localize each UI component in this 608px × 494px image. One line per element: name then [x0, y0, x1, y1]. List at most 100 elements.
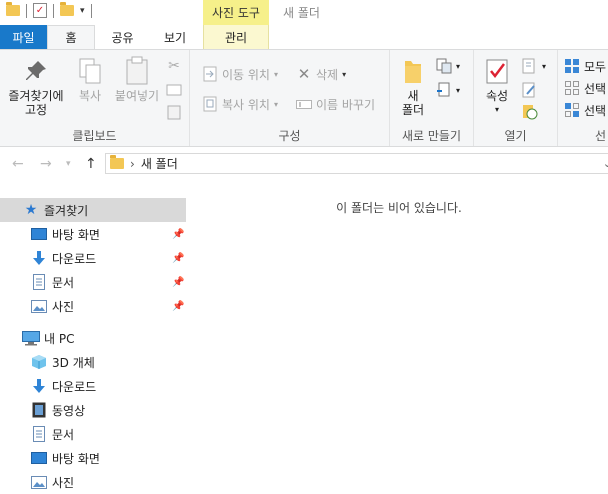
copy-path-button[interactable]	[166, 80, 182, 100]
select-group-label: 선	[594, 129, 606, 143]
copy-to-button[interactable]: 복사 위치 ▾	[202, 94, 278, 114]
customize-qat-icon[interactable]: ▾	[80, 6, 85, 16]
select-none-icon	[564, 80, 580, 96]
invert-selection-button[interactable]: 선택	[564, 100, 606, 120]
forward-arrow-icon[interactable]: →	[40, 156, 52, 172]
recent-locations-chevron-icon[interactable]: ▾	[66, 159, 71, 169]
edit-icon	[522, 82, 538, 98]
pin-label-line1: 즐겨찾기에	[8, 89, 64, 103]
download-arrow-icon	[30, 377, 48, 395]
chevron-down-icon: ▾	[456, 85, 461, 95]
paste-shortcut-button[interactable]	[166, 102, 182, 122]
desktop-icon	[30, 225, 48, 243]
properties-button[interactable]: 속성 ▾	[480, 56, 514, 117]
pin-label-line2: 고정	[24, 103, 48, 117]
context-tab-group-label: 사진 도구	[203, 0, 269, 25]
invert-selection-label: 선택	[584, 103, 607, 118]
tab-share[interactable]: 공유	[100, 25, 145, 49]
open-group: 속성 ▾ ▾ 열기	[474, 50, 558, 146]
move-to-button[interactable]: 이동 위치 ▾	[202, 64, 278, 84]
properties-check-icon[interactable]: ✓	[33, 3, 47, 18]
back-arrow-icon[interactable]: ←	[12, 156, 24, 172]
tab-view[interactable]: 보기	[152, 25, 198, 49]
address-box[interactable]: › 새 폴더 ⌄	[105, 153, 608, 174]
desktop-icon	[30, 449, 48, 467]
move-to-label: 이동 위치	[222, 67, 270, 82]
pictures-icon	[30, 297, 48, 315]
nav-this-pc[interactable]: 내 PC	[0, 326, 186, 350]
address-dropdown-chevron-icon[interactable]: ⌄	[603, 157, 608, 170]
nav-item-label: 다운로드	[52, 251, 97, 266]
properties-label: 속성	[485, 89, 509, 103]
move-to-icon	[202, 66, 218, 82]
folder-icon	[6, 2, 20, 16]
document-icon	[30, 425, 48, 443]
film-strip-icon	[30, 401, 48, 419]
nav-item-label: 사진	[52, 475, 75, 490]
nav-this-pc-label: 내 PC	[44, 331, 75, 346]
tab-manage[interactable]: 관리	[203, 25, 269, 49]
rename-button[interactable]: 이름 바꾸기	[296, 94, 375, 114]
nav-quick-access[interactable]: ★ 즐겨찾기	[0, 198, 186, 222]
pin-icon[interactable]: 📌	[172, 277, 184, 288]
select-all-button[interactable]: 모두	[564, 56, 606, 76]
select-none-button[interactable]: 선택	[564, 78, 606, 98]
properties-check-icon	[481, 56, 513, 86]
tab-home[interactable]: 홈	[47, 25, 95, 49]
nav-pc-downloads[interactable]: 다운로드	[0, 374, 186, 398]
pin-to-quick-access-button[interactable]: 즐겨찾기에 고정	[4, 56, 68, 117]
delete-label: 삭제	[316, 67, 339, 82]
breadcrumb-separator-icon: ›	[130, 156, 135, 171]
open-file-icon	[522, 58, 538, 74]
delete-button[interactable]: ✕ 삭제 ▾	[296, 64, 346, 84]
copy-to-label: 복사 위치	[222, 97, 270, 112]
pin-icon[interactable]: 📌	[172, 301, 184, 312]
up-arrow-icon[interactable]: ↑	[85, 156, 97, 172]
new-folder-button[interactable]: 새 폴더	[396, 56, 430, 117]
cut-button[interactable]: ✂	[166, 56, 182, 76]
tab-file[interactable]: 파일	[0, 25, 47, 49]
invert-selection-icon	[564, 102, 580, 118]
organize-group-label: 구성	[278, 129, 301, 143]
clipboard-icon	[121, 56, 153, 86]
breadcrumb-current[interactable]: 새 폴더	[141, 155, 178, 172]
nav-qa-documents[interactable]: 문서 📌	[0, 270, 186, 294]
nav-quick-access-label: 즐겨찾기	[44, 203, 89, 218]
easy-access-button[interactable]: ▾	[436, 80, 460, 100]
separator	[90, 3, 92, 18]
new-folder-icon	[397, 56, 429, 86]
paste-label: 붙여넣기	[114, 89, 160, 103]
navigation-pane: ★ 즐겨찾기 바탕 화면 📌 다운로드 📌 문서 📌 사진 📌 내 PC 3D …	[0, 181, 186, 491]
nav-qa-downloads[interactable]: 다운로드 📌	[0, 246, 186, 270]
nav-qa-pictures[interactable]: 사진 📌	[0, 294, 186, 318]
paste-button[interactable]: 붙여넣기	[112, 56, 162, 103]
pin-icon	[20, 56, 52, 86]
file-list-area[interactable]: 이 폴더는 비어 있습니다.	[190, 181, 608, 491]
organize-group: 이동 위치 ▾ 복사 위치 ▾ ✕ 삭제 ▾ 이름 바꾸기 구성	[190, 50, 390, 146]
history-button[interactable]	[522, 102, 538, 122]
open-button[interactable]: ▾	[522, 56, 546, 76]
ribbon: 즐겨찾기에 고정 복사 붙여넣기 ✂ 클립보드 이동 위치 ▾ 복사 위치 ▾ …	[0, 49, 608, 147]
nav-pc-desktop[interactable]: 바탕 화면	[0, 446, 186, 470]
new-item-icon	[436, 58, 452, 74]
nav-qa-desktop[interactable]: 바탕 화면 📌	[0, 222, 186, 246]
nav-pc-documents[interactable]: 문서	[0, 422, 186, 446]
copy-button[interactable]: 복사	[72, 56, 108, 103]
pin-icon[interactable]: 📌	[172, 253, 184, 264]
chevron-down-icon: ▾	[342, 69, 347, 79]
nav-pc-pictures[interactable]: 사진	[0, 470, 186, 494]
edit-button[interactable]	[522, 80, 538, 100]
nav-pc-3d-objects[interactable]: 3D 개체	[0, 350, 186, 374]
pin-icon[interactable]: 📌	[172, 229, 184, 240]
new-group-label: 새로 만들기	[401, 129, 461, 143]
nav-pc-videos[interactable]: 동영상	[0, 398, 186, 422]
new-item-button[interactable]: ▾	[436, 56, 460, 76]
folder-icon	[110, 155, 124, 169]
copy-label: 복사	[78, 89, 102, 103]
select-all-label: 모두	[584, 59, 607, 74]
nav-item-label: 바탕 화면	[52, 227, 100, 242]
new-folder-icon[interactable]	[60, 2, 74, 16]
copy-path-icon	[166, 82, 182, 98]
select-group: 모두 선택 선택 선	[558, 50, 608, 146]
chevron-down-icon: ▾	[273, 69, 278, 79]
